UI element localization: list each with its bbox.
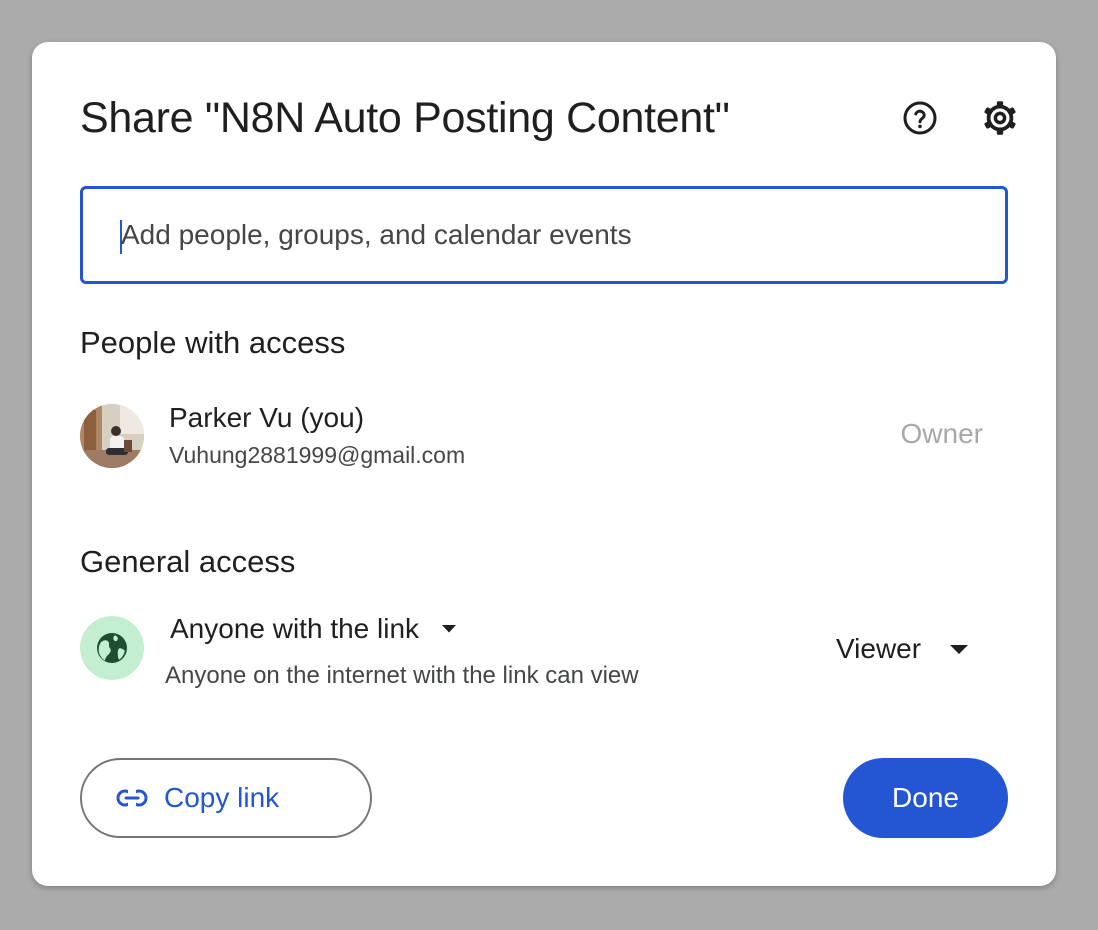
- done-button[interactable]: Done: [843, 758, 1008, 838]
- people-with-access-heading: People with access: [80, 325, 346, 360]
- caret-down-icon: [442, 625, 457, 633]
- help-circle-icon: [903, 101, 937, 135]
- done-label: Done: [892, 782, 959, 813]
- globe-icon-container: [80, 616, 144, 680]
- general-access-selection: Anyone with the link: [170, 613, 420, 644]
- caret-down-icon: [950, 644, 969, 654]
- copy-link-label: Copy link: [164, 782, 280, 813]
- general-access-description: Anyone on the internet with the link can…: [165, 662, 639, 689]
- avatar-photo: [80, 404, 144, 468]
- settings-button[interactable]: [976, 94, 1024, 142]
- add-people-field[interactable]: [80, 186, 1008, 284]
- add-people-input[interactable]: [121, 189, 981, 281]
- general-access-role: Viewer: [836, 633, 922, 664]
- link-icon: [116, 789, 148, 807]
- share-dialog: Share "N8N Auto Posting Content" People …: [32, 42, 1056, 886]
- general-access-heading: General access: [80, 544, 296, 579]
- person-name: Parker Vu (you): [169, 402, 365, 433]
- gear-icon: [984, 101, 1016, 135]
- avatar: [80, 404, 144, 468]
- owner-role-label: Owner: [900, 418, 983, 449]
- person-email: Vuhung2881999@gmail.com: [169, 442, 466, 468]
- help-button[interactable]: [896, 94, 944, 142]
- globe-icon: [97, 633, 127, 663]
- dialog-title: Share "N8N Auto Posting Content": [80, 94, 730, 142]
- general-access-role-dropdown[interactable]: Viewer: [828, 624, 977, 674]
- general-access-dropdown[interactable]: Anyone with the link: [162, 604, 465, 654]
- copy-link-button[interactable]: Copy link: [80, 758, 372, 838]
